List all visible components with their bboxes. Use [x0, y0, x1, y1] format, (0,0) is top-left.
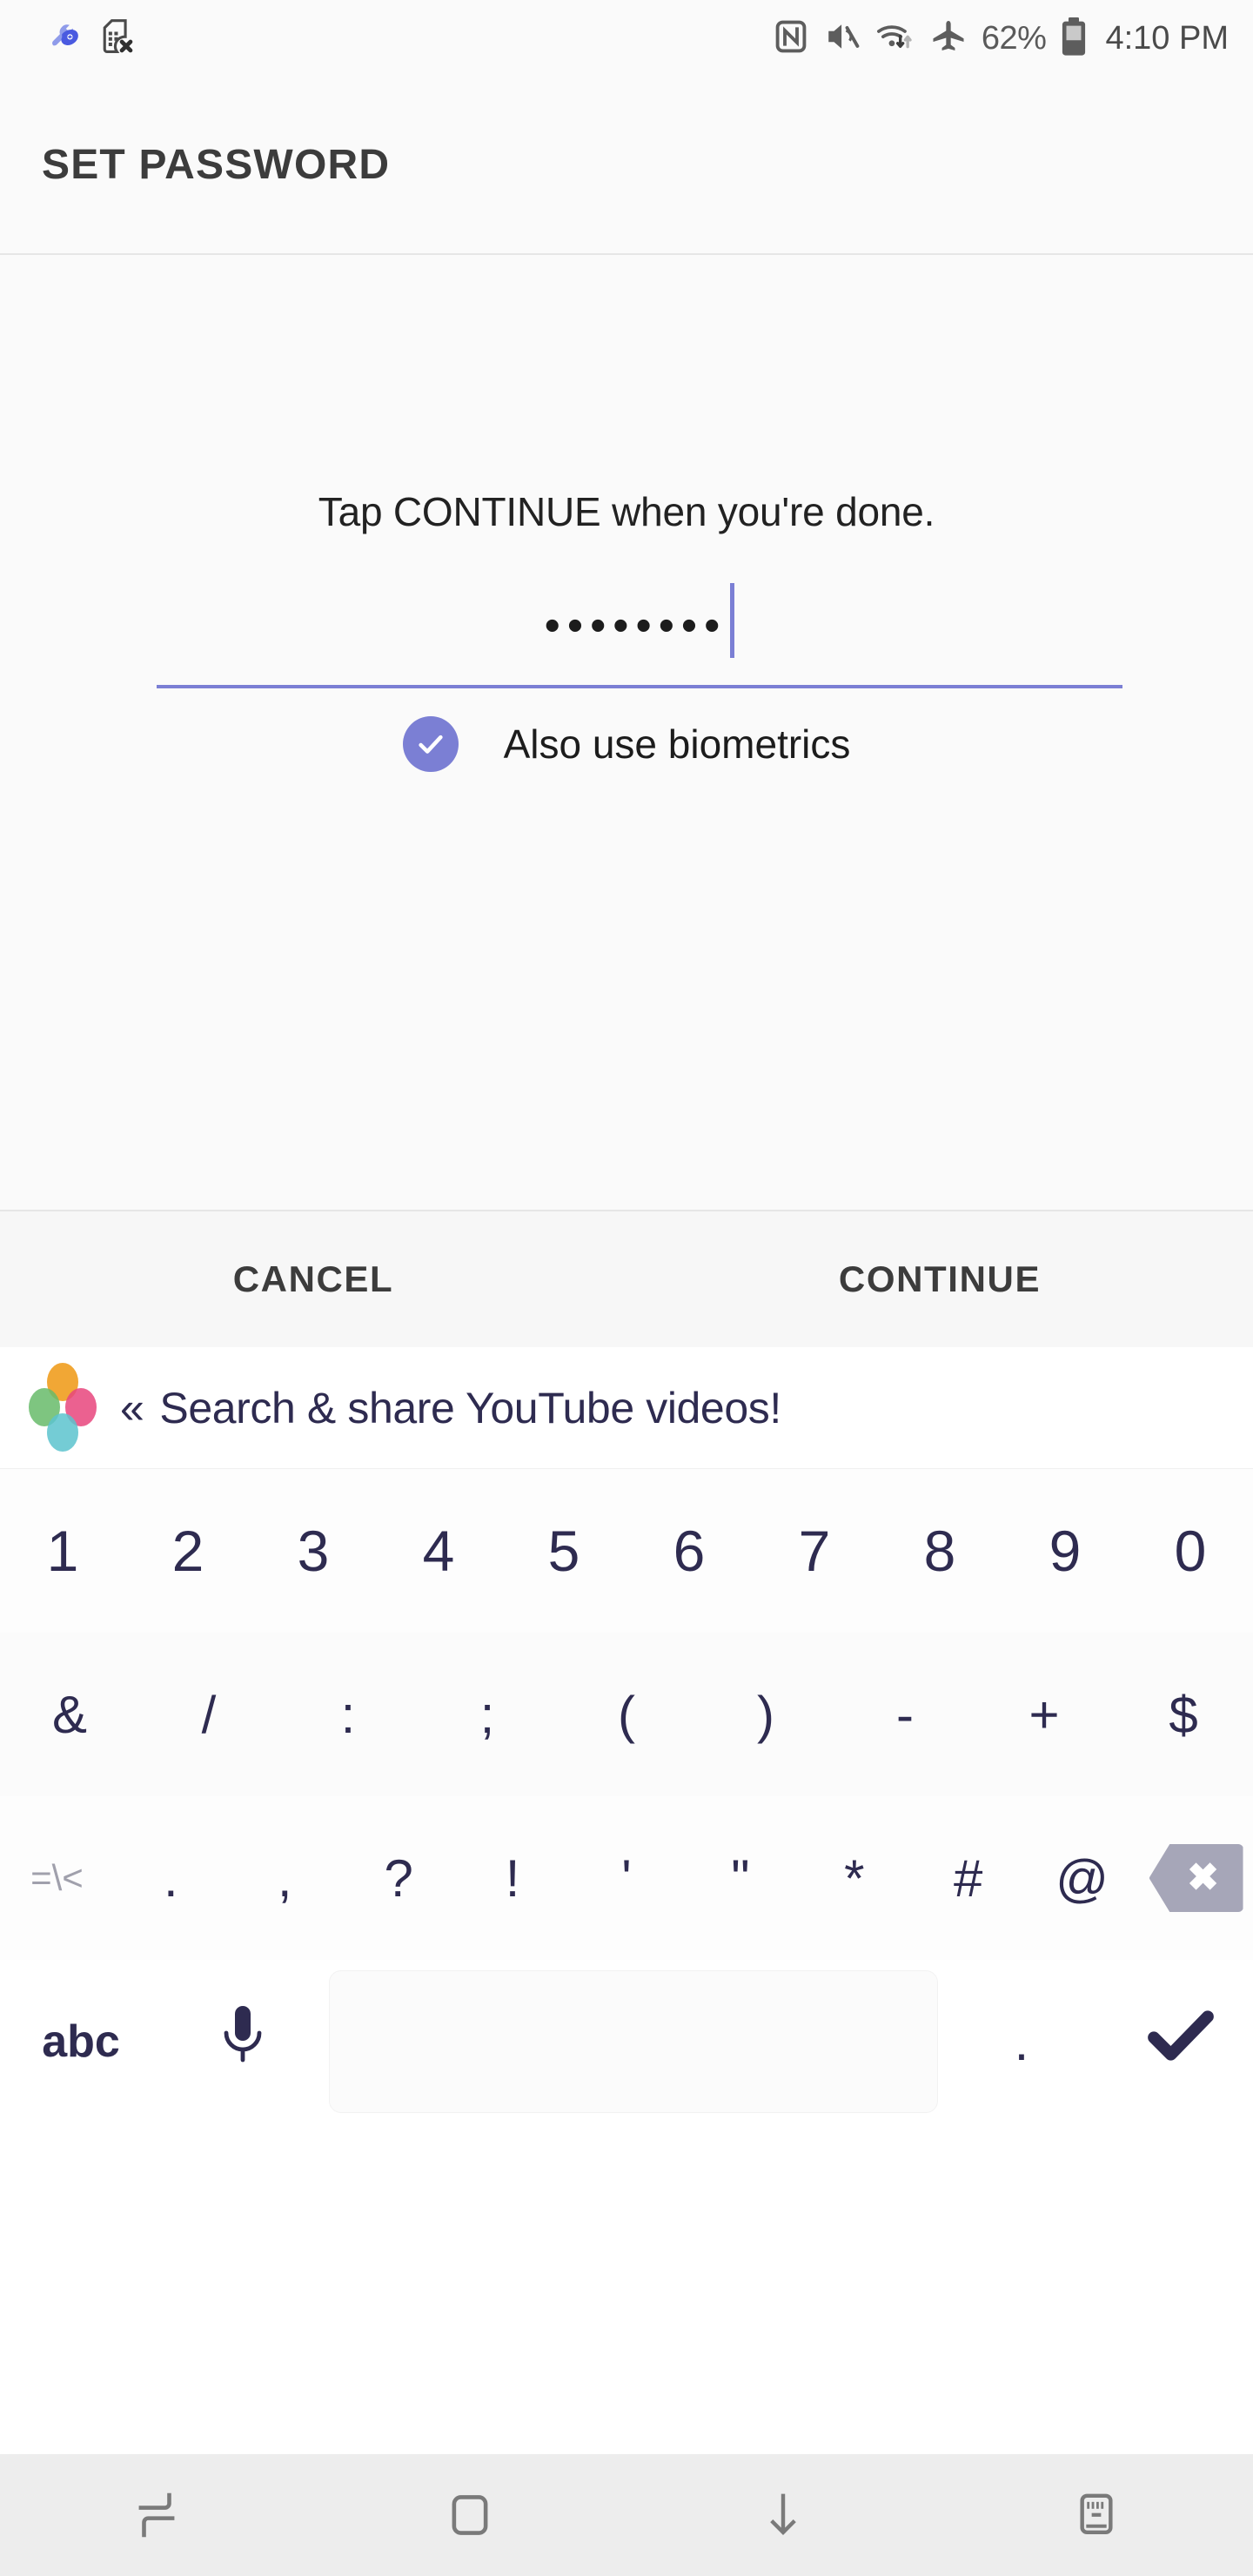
battery-icon: [1060, 17, 1088, 61]
continue-button[interactable]: CONTINUE: [626, 1211, 1253, 1347]
app-bar: SET PASSWORD: [0, 77, 1253, 255]
wifi-data-transfer-icon: [875, 17, 915, 60]
key-7[interactable]: 7: [752, 1469, 877, 1633]
system-navigation-bar: [0, 2454, 1253, 2576]
key-asterisk[interactable]: *: [797, 1796, 911, 1960]
status-bar-right-icons: 62% 4:10 PM: [773, 17, 1229, 61]
key-ampersand[interactable]: &: [0, 1633, 139, 1796]
key-hash[interactable]: #: [911, 1796, 1025, 1960]
device-care-icon: [45, 17, 84, 60]
keyboard-row-bottom: abc .: [0, 1960, 1253, 2123]
recents-icon[interactable]: [0, 2490, 313, 2540]
status-bar-left-icons: [45, 17, 136, 60]
instruction-text: Tap CONTINUE when you're done.: [318, 489, 935, 534]
battery-percent-label: 62%: [981, 19, 1047, 57]
hide-keyboard-icon[interactable]: [626, 2490, 940, 2540]
chevron-double-left-icon[interactable]: «: [120, 1386, 144, 1430]
main-content: Tap CONTINUE when you're done. •••••••• …: [0, 255, 1253, 1210]
check-icon: [418, 735, 443, 754]
key-paren-close[interactable]: ): [696, 1633, 835, 1796]
key-dollar[interactable]: $: [1114, 1633, 1253, 1796]
key-6[interactable]: 6: [626, 1469, 752, 1633]
key-symbol-page-toggle[interactable]: =\<: [0, 1796, 114, 1960]
key-period[interactable]: .: [114, 1796, 228, 1960]
key-3[interactable]: 3: [251, 1469, 376, 1633]
status-bar-clock: 4:10 PM: [1105, 19, 1229, 57]
microphone-icon: [218, 2002, 267, 2082]
key-quote[interactable]: ": [683, 1796, 797, 1960]
status-bar: 62% 4:10 PM: [0, 0, 1253, 77]
key-switch-to-letters[interactable]: abc: [0, 1960, 162, 2123]
airplane-mode-icon: [929, 17, 968, 60]
keyboard-row-symbols-2: =\< . , ? ! ' " * # @ ✖: [0, 1796, 1253, 1960]
key-at[interactable]: @: [1025, 1796, 1139, 1960]
flower-logo-icon: [24, 1360, 101, 1456]
key-4[interactable]: 4: [376, 1469, 501, 1633]
keyboard-suggestion-bar[interactable]: « Search & share YouTube videos!: [0, 1347, 1253, 1469]
key-apostrophe[interactable]: ': [570, 1796, 684, 1960]
key-exclamation[interactable]: !: [456, 1796, 570, 1960]
phone-screen: 62% 4:10 PM SET PASSWORD Tap CONTINUE wh…: [0, 0, 1253, 2576]
backspace-key[interactable]: ✖: [1139, 1796, 1253, 1960]
suggestion-text[interactable]: Search & share YouTube videos!: [159, 1383, 781, 1433]
home-icon[interactable]: [313, 2490, 626, 2540]
key-enter-done[interactable]: [1100, 1960, 1253, 2123]
dialog-action-bar: CANCEL CONTINUE: [0, 1210, 1253, 1347]
key-5[interactable]: 5: [501, 1469, 626, 1633]
password-input[interactable]: ••••••••: [157, 577, 1122, 688]
keyboard-switch-icon[interactable]: [940, 2490, 1253, 2540]
suggestion-bar-content[interactable]: « Search & share YouTube videos!: [120, 1383, 781, 1433]
cancel-button[interactable]: CANCEL: [0, 1211, 626, 1347]
key-2[interactable]: 2: [125, 1469, 251, 1633]
key-spacebar[interactable]: [329, 1970, 938, 2113]
key-8[interactable]: 8: [877, 1469, 1002, 1633]
key-slash[interactable]: /: [139, 1633, 278, 1796]
on-screen-keyboard: « Search & share YouTube videos! 1 2 3 4…: [0, 1347, 1253, 2454]
key-paren-open[interactable]: (: [557, 1633, 696, 1796]
key-9[interactable]: 9: [1002, 1469, 1128, 1633]
biometrics-checkbox-row[interactable]: Also use biometrics: [0, 716, 1253, 772]
key-0[interactable]: 0: [1128, 1469, 1253, 1633]
text-cursor: [730, 583, 735, 658]
key-semicolon[interactable]: ;: [418, 1633, 557, 1796]
password-field-wrapper[interactable]: ••••••••: [157, 577, 1122, 690]
key-colon[interactable]: :: [278, 1633, 418, 1796]
page-title: SET PASSWORD: [42, 142, 391, 188]
key-voice-input[interactable]: [162, 1960, 324, 2123]
keyboard-row-numbers: 1 2 3 4 5 6 7 8 9 0: [0, 1469, 1253, 1633]
biometrics-checkbox[interactable]: [402, 716, 459, 772]
no-sim-card-icon: [97, 17, 136, 60]
key-plus[interactable]: +: [975, 1633, 1114, 1796]
biometrics-label: Also use biometrics: [503, 721, 851, 767]
key-period-bottom[interactable]: .: [943, 1960, 1100, 2123]
key-comma[interactable]: ,: [228, 1796, 342, 1960]
password-masked-value: ••••••••: [544, 600, 727, 651]
backspace-icon: ✖: [1149, 1844, 1243, 1912]
key-hyphen[interactable]: -: [835, 1633, 975, 1796]
keyboard-row-symbols-1: & / : ; ( ) - + $: [0, 1633, 1253, 1796]
nfc-icon: [773, 18, 809, 59]
key-question[interactable]: ?: [342, 1796, 456, 1960]
mute-icon: [823, 17, 861, 60]
key-1[interactable]: 1: [0, 1469, 125, 1633]
check-enter-icon: [1147, 2009, 1215, 2076]
